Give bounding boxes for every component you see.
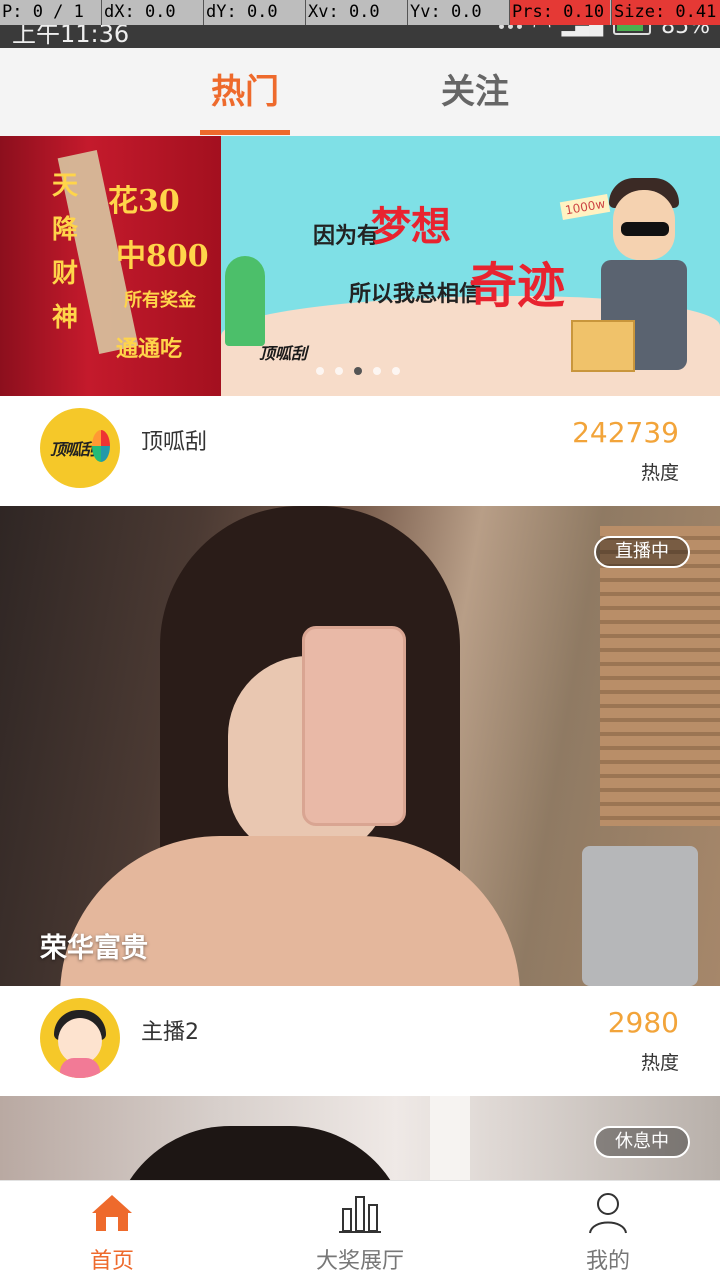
banner-character-glasses [621,222,669,236]
cover-title: 荣华富贵 [40,933,148,964]
live-cover-image[interactable]: 休息中 [0,1096,720,1180]
carousel-dot [335,367,343,375]
debug-size: Size: 0.41 [611,0,720,25]
host-heat-label: 热度 [640,1052,679,1074]
active-tab-indicator [200,130,290,135]
tab-follow[interactable]: 关注 [395,48,555,136]
banner-logo: 顶呱刮 [259,344,308,363]
nav-home-label: 首页 [89,1249,134,1274]
live-cover-image[interactable]: 直播中 荣华富贵 [0,506,720,986]
host-heat-value: 242739 [572,416,679,449]
debug-pressure: Prs: 0.10 [509,0,610,25]
debug-pointer-count: P: 0 / 1 [2,2,84,22]
nav-home[interactable]: 首页 [0,1181,232,1280]
carousel-dot-active [354,367,362,375]
banner-left-line3: 所有奖金 [124,290,196,311]
debug-dy: dY: 0.0 [203,0,304,25]
girl-avatar-icon[interactable] [40,998,120,1078]
banner-slide-left[interactable]: 天降财神 花30 中800 所有奖金 通通吃 [0,136,221,396]
bottom-navigation: 首页 大奖展厅 我的 [0,1180,720,1280]
host-row[interactable]: 主播2 2980 热度 [0,986,720,1096]
banner-carousel[interactable]: 天降财神 花30 中800 所有奖金 通通吃 1000w 因为有 梦想 所以我总… [0,136,720,396]
top-tab-bar: 热门 关注 [0,48,720,136]
avatar-girl-dress [60,1058,100,1078]
debug-yv: Yv: 0.0 [407,0,508,25]
banner-badge: 1000w [559,193,611,221]
dingguagua-logo-icon[interactable]: 顶呱刮 [40,408,120,488]
home-icon [92,1195,132,1231]
cover-phone [302,626,406,826]
host-heat-label: 热度 [640,462,679,484]
banner-left-vertical-text: 天降财神 [52,171,79,333]
cover-door [430,1096,470,1180]
banner-left-line4: 通通吃 [116,336,183,362]
host-row[interactable]: 顶呱刮 顶呱刮 242739 热度 [0,396,720,506]
pointer-debug-overlay: P: 0 / 1 dX: 0.0 dY: 0.0 Xv: 0.0 Yv: 0.0… [0,0,720,25]
host-name: 顶呱刮 [141,430,208,455]
host-name: 主播2 [141,1020,199,1045]
debug-xv: Xv: 0.0 [305,0,406,25]
rest-status-badge: 休息中 [594,1126,690,1158]
carousel-dot [373,367,381,375]
avatar-logo-mark [92,430,110,462]
banner-left-line2: 中800 [116,239,209,274]
cover-suitcase [582,846,698,986]
carousel-dot [316,367,324,375]
cover-person-hair [110,1126,410,1180]
bar-chart-icon [339,1196,381,1233]
banner-left-line1: 花30 [108,184,180,219]
carousel-dot [392,367,400,375]
nav-me[interactable]: 我的 [488,1181,720,1280]
carousel-indicator [316,367,400,375]
nav-me-label: 我的 [585,1249,630,1274]
banner-slide-main[interactable]: 1000w 因为有 梦想 所以我总相信 奇迹 顶呱刮 [221,136,720,396]
live-status-badge: 直播中 [594,536,690,568]
banner-tree-image [225,256,265,346]
banner-text-3: 所以我总相信 [349,282,482,307]
banner-text-1: 因为有 [313,224,380,249]
nav-prize-hall[interactable]: 大奖展厅 [240,1181,480,1280]
avatar-logo-text: 顶呱刮 [50,440,96,459]
banner-text-2: 梦想 [371,204,451,250]
host-heat-value: 2980 [607,1006,679,1039]
status-bar: 上午11:36 ◠ ▂▄▆ 85% P: 0 / 1 dX: 0.0 dY: 0… [0,0,720,48]
nav-prize-hall-label: 大奖展厅 [315,1249,404,1274]
cover-blinds [600,526,720,826]
tab-hot[interactable]: 热门 [165,48,325,136]
banner-text-4: 奇迹 [469,258,566,314]
user-icon [589,1193,627,1234]
banner-treasure-box [571,320,635,372]
debug-dx: dX: 0.0 [101,0,202,25]
